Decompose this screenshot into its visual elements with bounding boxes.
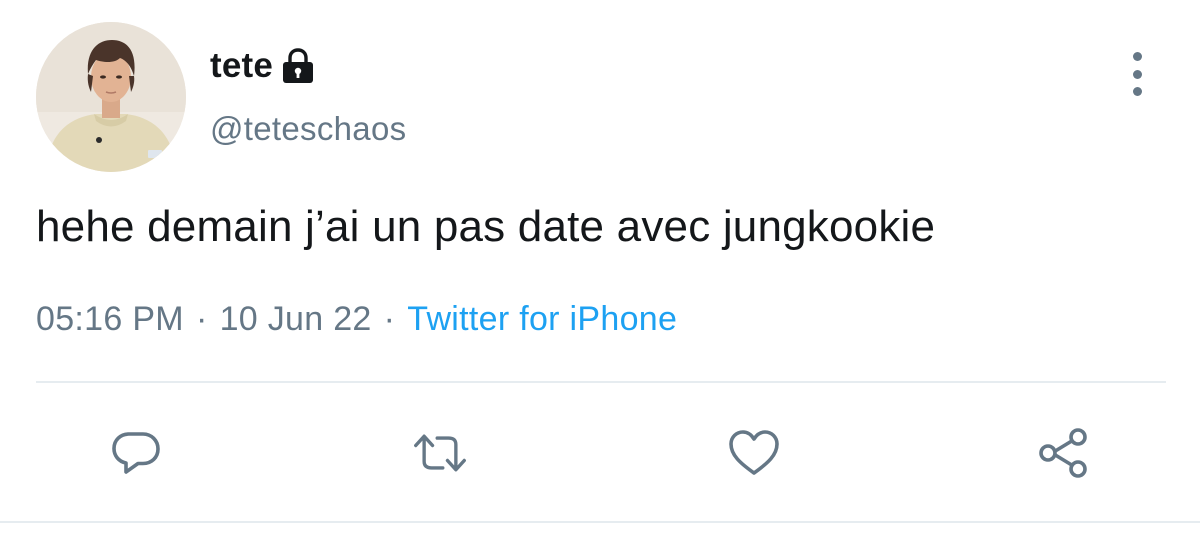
user-handle[interactable]: @teteschaos [210, 110, 406, 148]
reply-button[interactable] [108, 425, 164, 481]
more-dot [1132, 52, 1142, 61]
more-options-button[interactable] [1122, 52, 1152, 96]
lock-icon [281, 48, 315, 84]
tweet-date[interactable]: 10 Jun 22 [220, 300, 372, 338]
meta-separator: · [195, 300, 208, 338]
tweet-time[interactable]: 05:16 PM [36, 300, 184, 338]
name-row: tete [210, 44, 315, 88]
more-dot [1132, 87, 1142, 96]
tweet-source-link[interactable]: Twitter for iPhone [407, 300, 677, 338]
display-name[interactable]: tete [210, 46, 273, 86]
more-dot [1132, 69, 1142, 79]
retweet-button[interactable] [412, 425, 468, 481]
meta-separator: · [383, 300, 396, 338]
comment-icon [112, 432, 160, 474]
divider [0, 521, 1200, 523]
avatar[interactable] [36, 22, 186, 172]
heart-icon [729, 430, 779, 475]
divider [36, 381, 1166, 383]
share-button[interactable] [1035, 425, 1091, 481]
tweet-text: hehe demain j’ai un pas date avec jungko… [36, 202, 936, 251]
avatar-image [36, 22, 186, 172]
tweet-card: tete @teteschaos hehe demain j’ai un pas… [0, 0, 1200, 539]
tweet-meta: 05:16 PM · 10 Jun 22 · Twitter for iPhone [36, 300, 677, 339]
retweet-icon [414, 434, 466, 472]
share-icon [1039, 428, 1087, 478]
like-button[interactable] [726, 425, 782, 481]
